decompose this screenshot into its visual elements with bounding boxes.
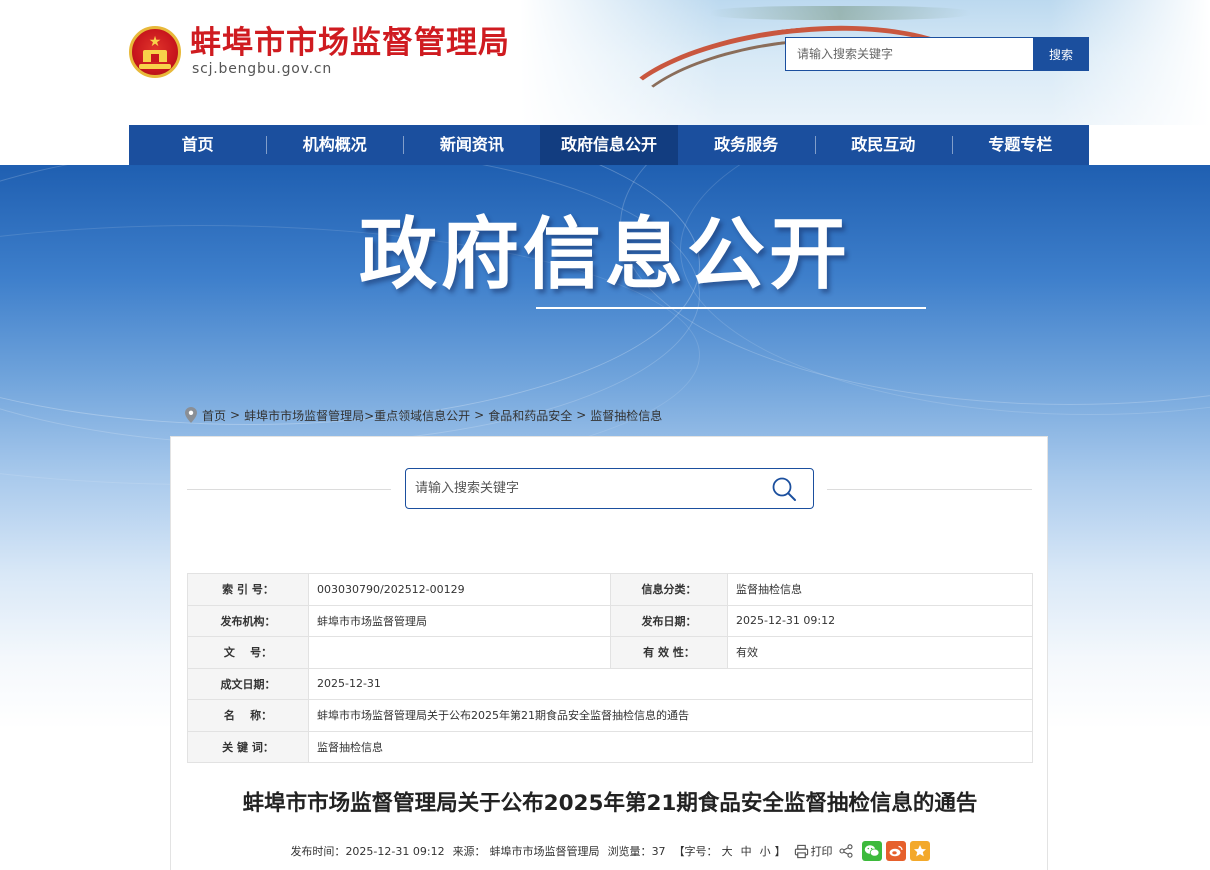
- wechat-icon: [864, 845, 879, 857]
- source-label: 来源：: [452, 845, 486, 858]
- breadcrumb-home[interactable]: 首页: [202, 407, 226, 424]
- table-row: 名 称： 蚌埠市市场监督管理局关于公布2025年第21期食品安全监督抽检信息的通…: [187, 699, 1033, 732]
- breadcrumb-key-areas[interactable]: >重点领域信息公开: [364, 407, 470, 424]
- nav-special-topics[interactable]: 专题专栏: [951, 125, 1089, 165]
- content-search-input[interactable]: [407, 470, 757, 507]
- table-row: 文 号： 有 效 性： 有效: [187, 636, 1033, 669]
- views-count: 37: [651, 844, 666, 858]
- table-row: 发布机构： 蚌埠市市场监督管理局 发布日期： 2025-12-31 09:12: [187, 604, 1033, 637]
- doc-name-label: 名 称：: [187, 699, 309, 732]
- header-search-input[interactable]: [785, 37, 1033, 71]
- table-row: 成文日期： 2025-12-31: [187, 667, 1033, 700]
- national-emblem-icon[interactable]: ★: [129, 26, 181, 78]
- emblem-gate: [143, 50, 167, 62]
- index-no-label: 索 引 号：: [187, 573, 309, 606]
- index-no-value: 003030790/202512-00129: [308, 573, 611, 606]
- search-divider-left: [187, 489, 391, 490]
- nav-gov-services[interactable]: 政务服务: [678, 125, 815, 165]
- weibo-icon: [889, 845, 903, 857]
- publish-date-label: 发布日期：: [610, 604, 728, 637]
- keywords-value: 监督抽检信息: [308, 730, 1033, 763]
- font-size-medium-button[interactable]: 中: [741, 843, 752, 859]
- magnifier-icon[interactable]: [771, 476, 797, 502]
- site-name[interactable]: 蚌埠市市场监督管理局: [190, 25, 510, 61]
- breadcrumb-separator: >: [474, 408, 485, 422]
- keywords-label: 关 键 词：: [187, 730, 309, 763]
- publish-date-value: 2025-12-31 09:12: [727, 604, 1033, 637]
- doc-name-value: 蚌埠市市场监督管理局关于公布2025年第21期食品安全监督抽检信息的通告: [308, 699, 1033, 732]
- breadcrumb: 首页 > 蚌埠市市场监督管理局 >重点领域信息公开 > 食品和药品安全 > 监督…: [185, 406, 662, 424]
- favorite-button[interactable]: [909, 841, 930, 861]
- validity-label: 有 效 性：: [610, 636, 728, 669]
- font-size-large-button[interactable]: 大: [722, 843, 733, 859]
- header-search-button[interactable]: 搜索: [1033, 37, 1089, 71]
- location-pin-icon: [185, 407, 197, 423]
- doc-no-label: 文 号：: [187, 636, 309, 669]
- nav-gov-info-disclosure[interactable]: 政府信息公开: [540, 125, 678, 165]
- source-value: 蚌埠市市场监督管理局: [489, 845, 600, 858]
- table-row: 关 键 词： 监督抽检信息: [187, 730, 1033, 763]
- publisher-value: 蚌埠市市场监督管理局: [308, 604, 611, 637]
- table-row: 索 引 号： 003030790/202512-00129 信息分类： 监督抽检…: [187, 573, 1033, 606]
- content-search: [405, 468, 814, 509]
- nav-news[interactable]: 新闻资讯: [403, 125, 540, 165]
- font-size-label: 【字号：: [673, 845, 718, 858]
- banner-underline: [536, 307, 926, 309]
- breadcrumb-separator: >: [230, 408, 241, 422]
- category-label: 信息分类：: [610, 573, 728, 606]
- header-search: 搜索: [785, 37, 1089, 71]
- created-date-value: 2025-12-31: [308, 667, 1033, 700]
- doc-no-value: [308, 636, 611, 669]
- breadcrumb-food-drug-safety[interactable]: 食品和药品安全: [488, 407, 572, 424]
- print-button[interactable]: 打印: [811, 843, 833, 859]
- category-value: 监督抽检信息: [727, 573, 1033, 606]
- article-meta: 发布时间： 2025-12-31 09:12 来源： 蚌埠市市场监督管理局 浏览…: [171, 839, 1049, 863]
- wechat-share-button[interactable]: [861, 841, 882, 861]
- weibo-share-button[interactable]: [885, 841, 906, 861]
- main-nav: 首页 机构概况 新闻资讯 政府信息公开 政务服务 政民互动 专题专栏: [129, 125, 1089, 165]
- content-panel: 索 引 号： 003030790/202512-00129 信息分类： 监督抽检…: [170, 436, 1048, 870]
- publisher-label: 发布机构：: [187, 604, 309, 637]
- publish-time-value: 2025-12-31 09:12: [345, 844, 445, 858]
- nav-home[interactable]: 首页: [129, 125, 266, 165]
- emblem-base: [139, 64, 171, 69]
- nav-public-interaction[interactable]: 政民互动: [814, 125, 952, 165]
- search-divider-right: [827, 489, 1032, 490]
- publish-time-label: 发布时间：: [290, 845, 346, 858]
- breadcrumb-bureau[interactable]: 蚌埠市市场监督管理局: [244, 407, 364, 424]
- font-size-close: 】: [774, 845, 786, 858]
- emblem-star: ★: [148, 34, 162, 50]
- font-size-small-button[interactable]: 小: [760, 843, 771, 859]
- site-domain: scj.bengbu.gov.cn: [192, 61, 333, 77]
- star-icon: [913, 845, 926, 857]
- banner-title: 政府信息公开: [358, 210, 851, 300]
- breadcrumb-separator: >: [576, 408, 587, 422]
- nav-organization[interactable]: 机构概况: [266, 125, 403, 165]
- article-title: 蚌埠市市场监督管理局关于公布2025年第21期食品安全监督抽检信息的通告: [242, 791, 978, 816]
- breadcrumb-supervision-sampling[interactable]: 监督抽检信息: [590, 407, 662, 424]
- site-header: ★ 蚌埠市市场监督管理局 scj.bengbu.gov.cn 搜索: [0, 0, 1210, 125]
- info-metadata-table: 索 引 号： 003030790/202512-00129 信息分类： 监督抽检…: [187, 573, 1033, 763]
- share-icon[interactable]: [839, 844, 853, 858]
- validity-value: 有效: [727, 636, 1033, 669]
- printer-icon[interactable]: [794, 844, 809, 859]
- created-date-label: 成文日期：: [187, 667, 309, 700]
- header-treeline: [710, 6, 970, 20]
- views-label: 浏览量：: [607, 845, 652, 858]
